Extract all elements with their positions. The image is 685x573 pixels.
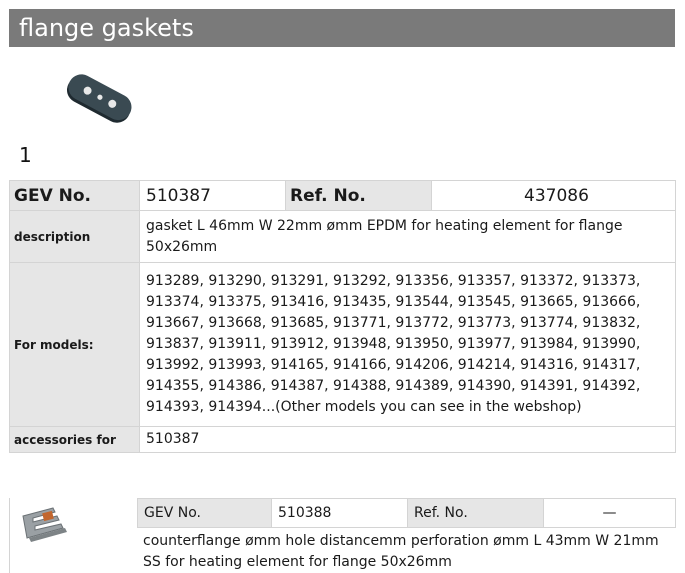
accessory-description: counterflange ømm hole distancemm perfor… (143, 533, 659, 570)
description-row: description gasket L 46mm W 22mm ømm EPD… (9, 210, 676, 263)
spec-table: GEV No. 510387 Ref. No. 437086 descripti… (9, 180, 676, 453)
image-number: 1 (19, 143, 32, 167)
acc-ref-label: Ref. No. (407, 498, 544, 528)
gasket-image[interactable] (59, 71, 139, 127)
gev-row: GEV No. 510387 Ref. No. 437086 (9, 180, 676, 211)
description-value: gasket L 46mm W 22mm ømm EPDM for heatin… (139, 210, 676, 263)
gev-value: 510387 (139, 180, 286, 211)
accessories-value: 510387 (139, 426, 676, 453)
description-label: description (9, 210, 140, 263)
acc-gev-label: GEV No. (137, 498, 272, 528)
acc-ref-value: — (543, 498, 676, 528)
models-row: For models: 913289, 913290, 913291, 9132… (9, 262, 676, 427)
product-image-area: 1 (9, 47, 675, 180)
accessory-table: GEV No. 510388 Ref. No. — (137, 498, 676, 528)
models-label: For models: (9, 262, 140, 427)
ref-label: Ref. No. (285, 180, 432, 211)
ref-value: 437086 (431, 180, 676, 211)
accessory-item[interactable]: GEV No. 510388 Ref. No. — counterflange … (9, 498, 676, 573)
counterflange-image[interactable] (9, 498, 137, 573)
product-page: flange gaskets 1 GEV No. 510387 Ref. No.… (0, 0, 685, 573)
section-title: flange gaskets (9, 9, 675, 47)
models-value: 913289, 913290, 913291, 913292, 913356, … (139, 262, 676, 427)
accessory-header-row: GEV No. 510388 Ref. No. — (137, 498, 676, 528)
accessories-row: accessories for 510387 (9, 426, 676, 453)
accessories-label: accessories for (9, 426, 140, 453)
gev-label: GEV No. (9, 180, 140, 211)
acc-gev-value: 510388 (271, 498, 408, 528)
